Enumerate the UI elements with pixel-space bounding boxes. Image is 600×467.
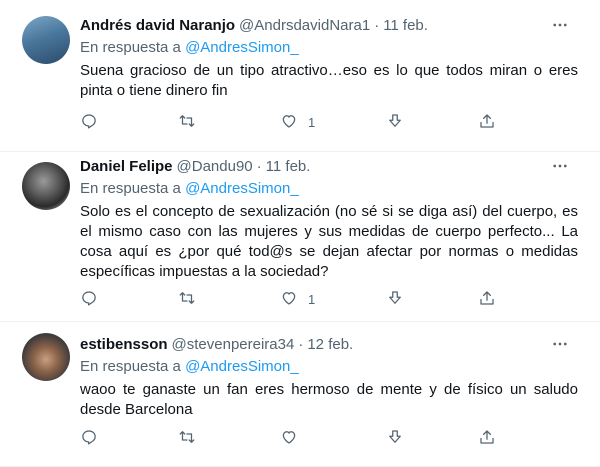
tweet[interactable]: Andrés david Naranjo @AndrsdavidNara1 · … <box>0 0 600 152</box>
heart-icon <box>280 112 298 133</box>
tweet-date[interactable]: 11 feb. <box>266 158 311 175</box>
reply-context: En respuesta a @AndresSimon_ <box>80 357 582 377</box>
tweet-text: waoo te ganaste un fan eres hermoso de m… <box>80 381 578 418</box>
share-icon <box>386 289 404 310</box>
reply-prefix: En respuesta a <box>80 180 181 197</box>
tweet-actions: 1 <box>80 287 500 311</box>
reply-icon <box>80 112 98 133</box>
reply-icon <box>80 428 98 449</box>
reply-button[interactable] <box>80 110 98 134</box>
avatar[interactable] <box>22 16 70 64</box>
reply-icon <box>80 289 98 310</box>
author-name[interactable]: Daniel Felipe <box>80 158 173 175</box>
author-handle[interactable]: @AndrsdavidNara1 <box>239 17 370 34</box>
upload-icon <box>478 289 496 310</box>
reply-context: En respuesta a @AndresSimon_ <box>80 38 582 58</box>
like-button[interactable]: 1 <box>280 287 315 311</box>
more-icon[interactable] <box>550 334 570 354</box>
tweet-actions: 1 <box>80 110 500 134</box>
tweet-header: estibensson @stevenpereira34 · 12 feb. <box>80 334 582 354</box>
author-name[interactable]: Andrés david Naranjo <box>80 17 235 34</box>
more-icon[interactable] <box>550 156 570 176</box>
tweet-content: estibensson @stevenpereira34 · 12 feb. E… <box>80 334 582 420</box>
upload-button[interactable] <box>478 287 496 311</box>
tweet-date[interactable]: 12 feb. <box>307 336 353 353</box>
separator-dot: · <box>298 335 304 353</box>
reply-mention-link[interactable]: @AndresSimon_ <box>185 180 299 197</box>
reply-button[interactable] <box>80 426 98 450</box>
tweet-actions <box>80 426 500 450</box>
like-count: 1 <box>308 114 316 130</box>
like-button[interactable] <box>280 426 308 450</box>
reply-context: En respuesta a @AndresSimon_ <box>80 179 582 199</box>
heart-icon <box>280 428 298 449</box>
retweet-icon <box>178 289 196 310</box>
author-handle[interactable]: @stevenpereira34 <box>172 336 295 353</box>
tweet-text: Solo es el concepto de sexualización (no… <box>80 203 578 280</box>
reply-prefix: En respuesta a <box>80 358 181 375</box>
like-button[interactable]: 1 <box>280 110 315 134</box>
upload-icon <box>478 428 496 449</box>
tweet-header: Andrés david Naranjo @AndrsdavidNara1 · … <box>80 15 582 35</box>
like-count: 1 <box>308 291 316 307</box>
tweet-header: Daniel Felipe @Dandu90 · 11 feb. <box>80 156 582 176</box>
more-icon[interactable] <box>550 15 570 35</box>
reply-prefix: En respuesta a <box>80 39 181 56</box>
tweet[interactable]: Daniel Felipe @Dandu90 · 11 feb. En resp… <box>0 152 600 322</box>
reply-button[interactable] <box>80 287 98 311</box>
share-icon <box>386 112 404 133</box>
author-handle[interactable]: @Dandu90 <box>177 158 253 175</box>
retweet-button[interactable] <box>178 426 196 450</box>
tweet-text: Suena gracioso de un tipo atractivo…eso … <box>80 62 578 99</box>
upload-button[interactable] <box>478 426 496 450</box>
upload-button[interactable] <box>478 110 496 134</box>
retweet-button[interactable] <box>178 287 196 311</box>
tweet-date[interactable]: 11 feb. <box>383 17 428 34</box>
tweet-content: Daniel Felipe @Dandu90 · 11 feb. En resp… <box>80 156 582 282</box>
share-button[interactable] <box>386 287 404 311</box>
author-name[interactable]: estibensson <box>80 336 168 353</box>
retweet-icon <box>178 112 196 133</box>
upload-icon <box>478 112 496 133</box>
reply-mention-link[interactable]: @AndresSimon_ <box>185 358 299 375</box>
share-button[interactable] <box>386 110 404 134</box>
separator-dot: · <box>374 16 380 34</box>
avatar[interactable] <box>22 162 70 210</box>
tweet-content: Andrés david Naranjo @AndrsdavidNara1 · … <box>80 15 582 101</box>
reply-mention-link[interactable]: @AndresSimon_ <box>185 39 299 56</box>
avatar[interactable] <box>22 333 70 381</box>
heart-icon <box>280 289 298 310</box>
retweet-icon <box>178 428 196 449</box>
retweet-button[interactable] <box>178 110 196 134</box>
share-icon <box>386 428 404 449</box>
separator-dot: · <box>256 157 262 175</box>
share-button[interactable] <box>386 426 404 450</box>
tweet[interactable]: estibensson @stevenpereira34 · 12 feb. E… <box>0 322 600 467</box>
